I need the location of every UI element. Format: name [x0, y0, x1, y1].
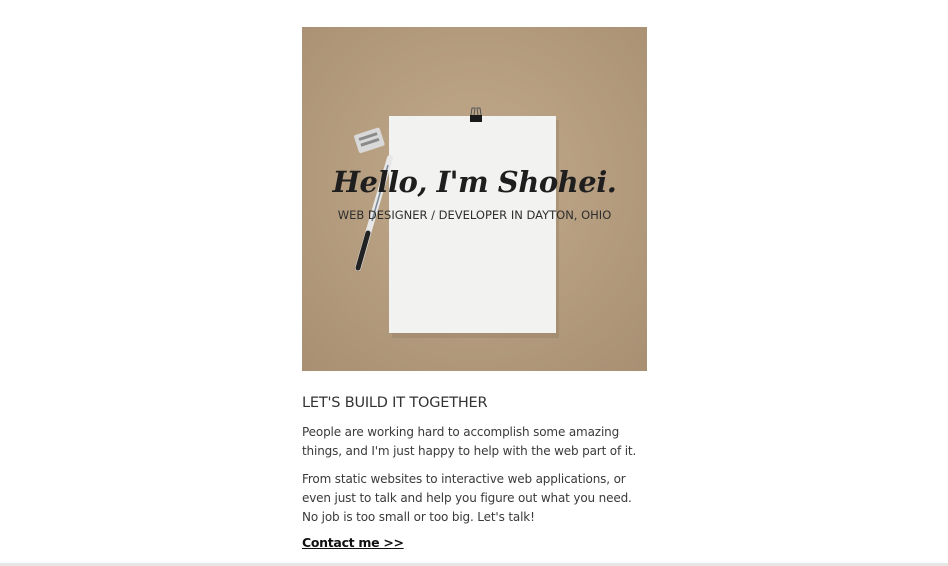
paper-sheet	[389, 116, 556, 333]
hero-photo	[302, 27, 647, 371]
hero-title: Hello, I'm Shohei.	[332, 165, 617, 199]
hero-subtitle: WEB DESIGNER / DEVELOPER IN DAYTON, OHIO	[337, 208, 612, 222]
main-content: Hello, I'm Shohei. WEB DESIGNER / DEVELO…	[302, 27, 647, 551]
contact-link[interactable]: Contact me >>	[302, 535, 404, 550]
hero-banner: Hello, I'm Shohei. WEB DESIGNER / DEVELO…	[302, 27, 647, 371]
services-paragraph: From static websites to interactive web …	[302, 472, 632, 524]
page: Hello, I'm Shohei. WEB DESIGNER / DEVELO…	[0, 0, 948, 566]
intro-paragraph: People are working hard to accomplish so…	[302, 425, 637, 458]
section-heading: LET'S BUILD IT TOGETHER	[302, 395, 488, 411]
